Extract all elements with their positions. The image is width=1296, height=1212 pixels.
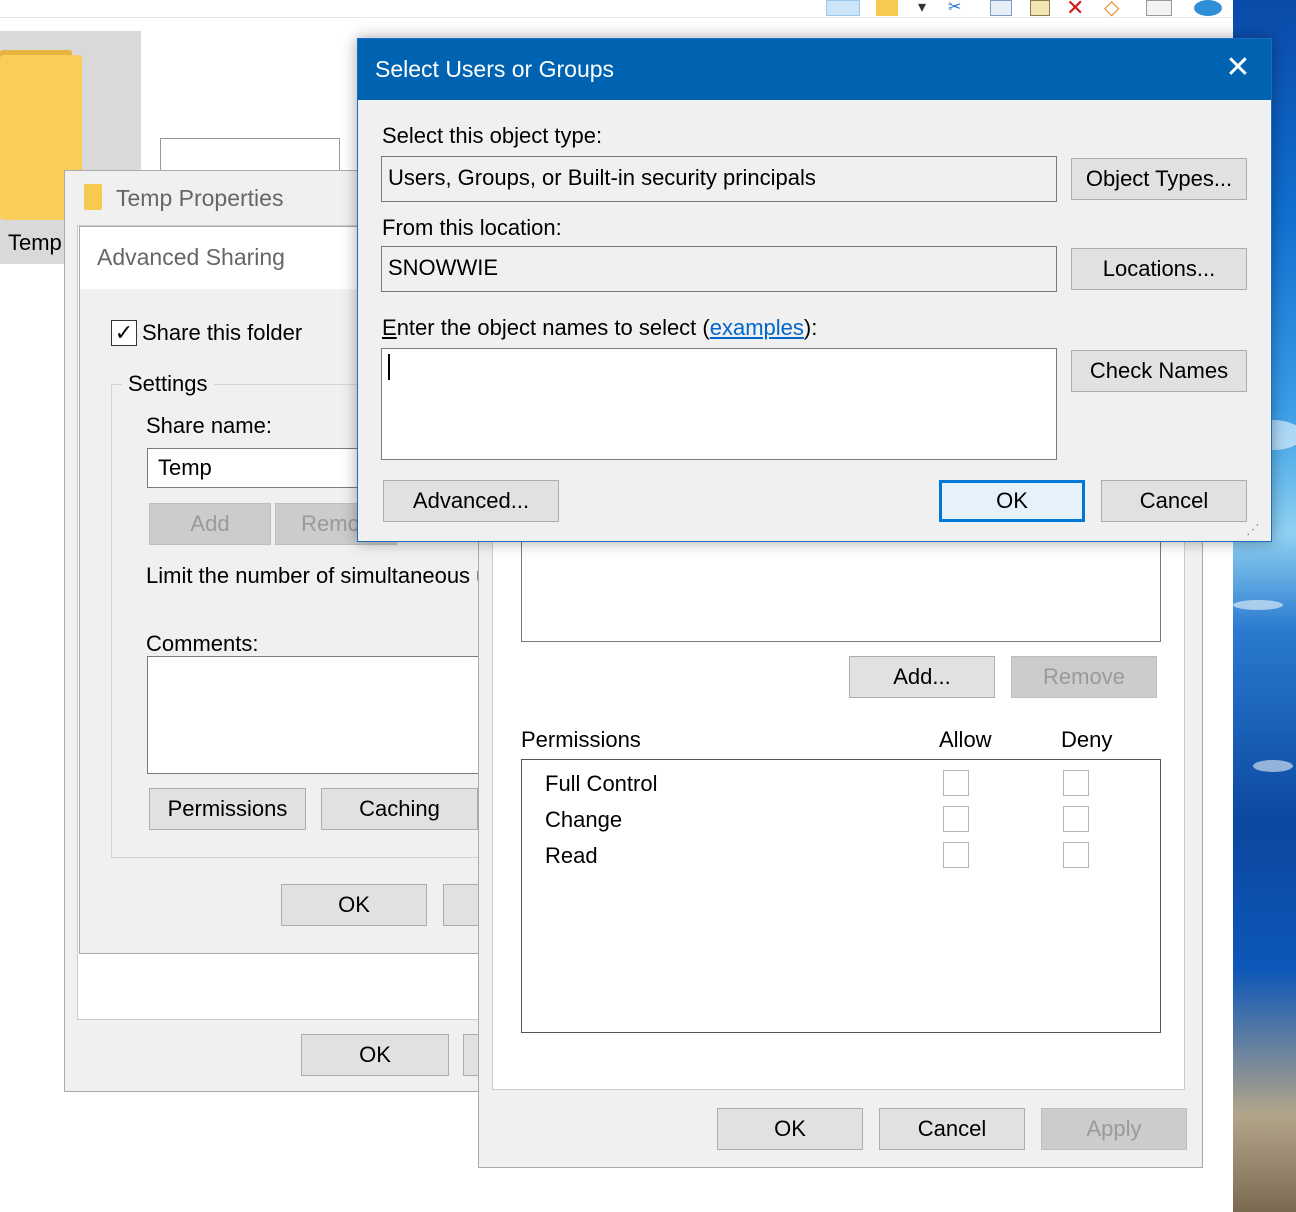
copy-icon[interactable] <box>990 0 1012 16</box>
locations-button[interactable]: Locations... <box>1071 248 1247 290</box>
comments-label: Comments: <box>146 631 259 656</box>
examples-link[interactable]: examples <box>710 315 804 340</box>
properties-title: Temp Properties <box>116 185 284 211</box>
layout-icon[interactable] <box>826 0 860 16</box>
deny-read-checkbox[interactable] <box>1063 842 1089 868</box>
undo-icon[interactable]: ◇ <box>1104 0 1119 18</box>
advanced-sharing-cancel-button[interactable] <box>443 884 483 926</box>
document-thumbnail[interactable] <box>160 138 340 173</box>
permission-row-label: Read <box>545 843 598 868</box>
accelerator-key: E <box>382 315 397 340</box>
object-type-label: Select this object type: <box>382 123 603 148</box>
deny-header: Deny <box>1061 727 1113 752</box>
pin-icon[interactable]: ▾ <box>918 0 926 16</box>
settings-label: Settings <box>122 371 214 397</box>
close-icon[interactable]: ✕ <box>1220 50 1256 86</box>
paste-icon[interactable] <box>1030 0 1050 16</box>
folder-icon[interactable] <box>876 0 898 16</box>
object-names-label: Enter the object names to select (exampl… <box>382 315 817 341</box>
check-names-button[interactable]: Check Names <box>1071 350 1247 392</box>
object-types-button[interactable]: Object Types... <box>1071 158 1247 200</box>
allow-header: Allow <box>939 727 992 752</box>
object-names-label-text: nter the object names to select ( <box>396 315 710 340</box>
allow-full-control-checkbox[interactable] <box>943 770 969 796</box>
properties-icon[interactable] <box>1146 0 1172 16</box>
allow-read-checkbox[interactable] <box>943 842 969 868</box>
share-folder-label[interactable]: Share this folder <box>142 320 302 346</box>
comments-textarea[interactable] <box>147 656 499 774</box>
location-label: From this location: <box>382 215 562 240</box>
explorer-toolbar: ▾ ✂ ✕ ◇ <box>0 0 1233 19</box>
permission-row-label: Full Control <box>545 771 658 796</box>
dialog-title: Select Users or Groups <box>375 56 615 82</box>
advanced-button[interactable]: Advanced... <box>383 480 559 522</box>
deny-full-control-checkbox[interactable] <box>1063 770 1089 796</box>
object-names-label-suffix: ): <box>803 315 818 340</box>
permissions-add-button[interactable]: Add... <box>849 656 995 698</box>
ok-button[interactable]: OK <box>939 480 1085 522</box>
permissions-header: Permissions <box>521 727 641 752</box>
advanced-sharing-title: Advanced Sharing <box>97 244 285 270</box>
permissions-button[interactable]: Permissions <box>149 788 306 830</box>
text-caret <box>388 354 390 380</box>
permissions-list <box>521 759 1161 1033</box>
location-field: SNOWWIE <box>381 246 1057 292</box>
deny-change-checkbox[interactable] <box>1063 806 1089 832</box>
folder-label: Temp <box>8 230 62 255</box>
resize-grip-icon[interactable]: ⋰ <box>1246 520 1266 538</box>
permissions-apply-button[interactable]: Apply <box>1041 1108 1187 1150</box>
app-icon[interactable] <box>1194 0 1222 16</box>
folder-icon <box>84 184 102 210</box>
share-name-label: Share name: <box>146 413 272 438</box>
delete-icon[interactable]: ✕ <box>1066 0 1084 19</box>
caching-button[interactable]: Caching <box>321 788 478 830</box>
permission-row-label: Change <box>545 807 623 832</box>
share-add-button[interactable]: Add <box>149 503 271 545</box>
cancel-button[interactable]: Cancel <box>1101 480 1247 522</box>
properties-ok-button[interactable]: OK <box>301 1034 449 1076</box>
advanced-sharing-ok-button[interactable]: OK <box>281 884 427 926</box>
permissions-remove-button[interactable]: Remove <box>1011 656 1157 698</box>
object-type-field: Users, Groups, or Built-in security prin… <box>381 156 1057 202</box>
permissions-cancel-button[interactable]: Cancel <box>879 1108 1025 1150</box>
cut-icon[interactable]: ✂ <box>948 0 961 16</box>
limit-users-label: Limit the number of simultaneous u <box>146 563 486 588</box>
allow-change-checkbox[interactable] <box>943 806 969 832</box>
permissions-ok-button[interactable]: OK <box>717 1108 863 1150</box>
share-folder-checkbox[interactable]: ✓ <box>111 320 137 346</box>
object-names-input[interactable] <box>381 348 1057 460</box>
